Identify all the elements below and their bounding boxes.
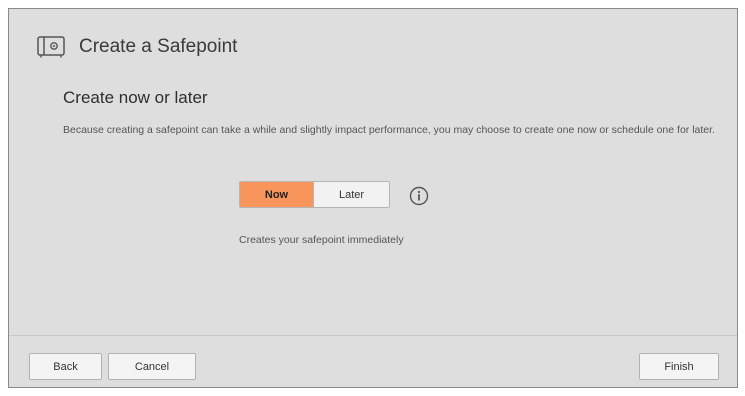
cancel-button[interactable]: Cancel xyxy=(108,353,196,380)
back-button[interactable]: Back xyxy=(29,353,102,380)
safe-icon xyxy=(37,36,65,58)
now-later-toggle: Now Later xyxy=(239,181,390,208)
info-icon[interactable] xyxy=(409,186,429,206)
footer-divider xyxy=(9,335,737,336)
create-safepoint-dialog: Create a Safepoint Create now or later B… xyxy=(8,8,738,388)
dialog-header: Create a Safepoint xyxy=(37,36,237,58)
dialog-title: Create a Safepoint xyxy=(79,36,238,57)
later-option[interactable]: Later xyxy=(313,182,389,207)
helper-text: Creates your safepoint immediately xyxy=(239,234,404,246)
step-heading: Create now or later xyxy=(63,88,208,107)
now-option[interactable]: Now xyxy=(240,182,313,207)
step-description: Because creating a safepoint can take a … xyxy=(63,124,715,136)
finish-button[interactable]: Finish xyxy=(639,353,719,380)
